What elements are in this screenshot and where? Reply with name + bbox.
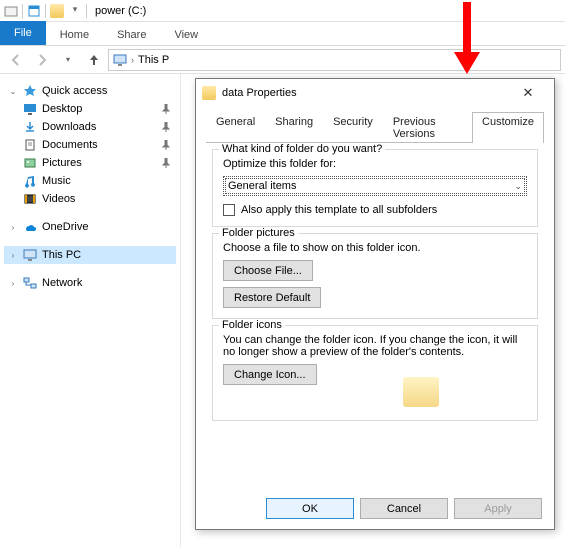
nav-label: Documents <box>42 139 98 151</box>
label-choose-file: Choose a file to show on this folder ico… <box>223 242 527 254</box>
tab-home[interactable]: Home <box>46 25 103 45</box>
group-folder-icons: Folder icons You can change the folder i… <box>212 325 538 421</box>
group-legend: What kind of folder do you want? <box>219 143 385 155</box>
nav-label: OneDrive <box>42 221 88 233</box>
properties-dialog: data Properties ✕ General Sharing Securi… <box>195 78 555 530</box>
apply-button[interactable]: Apply <box>454 498 542 519</box>
network-icon <box>22 275 38 291</box>
pictures-icon <box>22 155 38 171</box>
label-optimize: Optimize this folder for: <box>223 158 527 170</box>
nav-videos[interactable]: Videos <box>4 190 176 208</box>
tab-file[interactable]: File <box>0 21 46 45</box>
qat-dropdown-icon[interactable]: ▾ <box>68 4 82 18</box>
tab-sharing[interactable]: Sharing <box>265 112 323 143</box>
breadcrumb-item[interactable]: This P <box>138 54 169 66</box>
group-folder-pictures: Folder pictures Choose a file to show on… <box>212 233 538 319</box>
nav-label: Network <box>42 277 82 289</box>
downloads-icon <box>22 119 38 135</box>
nav-quick-access[interactable]: ⌄ Quick access <box>4 82 176 100</box>
tab-strip: General Sharing Security Previous Versio… <box>206 111 544 143</box>
nav-downloads[interactable]: Downloads <box>4 118 176 136</box>
nav-music[interactable]: Music <box>4 172 176 190</box>
chevron-right-icon: › <box>8 251 18 260</box>
separator <box>86 4 87 18</box>
nav-label: Videos <box>42 193 75 205</box>
pin-icon <box>158 155 174 171</box>
folder-icon <box>202 86 216 100</box>
nav-label: Downloads <box>42 121 96 133</box>
dialog-title: data Properties <box>222 87 297 99</box>
dialog-button-row: OK Cancel Apply <box>266 498 542 519</box>
separator <box>22 4 23 18</box>
tab-general[interactable]: General <box>206 112 265 143</box>
tab-view[interactable]: View <box>160 25 212 45</box>
tab-customize[interactable]: Customize <box>472 112 544 143</box>
nav-pane: ⌄ Quick access Desktop Downloads Documen… <box>0 74 180 547</box>
change-icon-button[interactable]: Change Icon... <box>223 364 317 385</box>
this-pc-icon <box>22 247 38 263</box>
group-folder-kind: What kind of folder do you want? Optimiz… <box>212 149 538 227</box>
group-legend: Folder icons <box>219 319 285 331</box>
pin-icon <box>158 137 174 153</box>
folder-preview-icon <box>403 377 439 407</box>
nav-forward-button[interactable] <box>30 48 54 72</box>
group-legend: Folder pictures <box>219 227 298 239</box>
documents-icon <box>22 137 38 153</box>
pin-icon <box>158 101 174 117</box>
nav-pictures[interactable]: Pictures <box>4 154 176 172</box>
nav-documents[interactable]: Documents <box>4 136 176 154</box>
chevron-right-icon: › <box>131 55 134 65</box>
tab-page-customize: What kind of folder do you want? Optimiz… <box>206 143 544 433</box>
optimize-select[interactable]: General items ⌄ <box>223 176 527 196</box>
nav-label: Desktop <box>42 103 82 115</box>
chevron-right-icon: › <box>8 279 18 288</box>
nav-label: Pictures <box>42 157 82 169</box>
nav-recent-button[interactable]: ▾ <box>56 48 80 72</box>
nav-label: Music <box>42 175 71 187</box>
nav-up-button[interactable] <box>82 48 106 72</box>
restore-default-button[interactable]: Restore Default <box>223 287 321 308</box>
close-button[interactable]: ✕ <box>508 85 548 101</box>
this-pc-icon <box>113 53 127 67</box>
nav-network[interactable]: › Network <box>4 274 176 292</box>
annotation-arrow <box>452 2 482 76</box>
chevron-right-icon: › <box>8 223 18 232</box>
cancel-button[interactable]: Cancel <box>360 498 448 519</box>
nav-desktop[interactable]: Desktop <box>4 100 176 118</box>
music-icon <box>22 173 38 189</box>
app-icon <box>4 4 18 18</box>
checkbox-label: Also apply this template to all subfolde… <box>241 204 437 216</box>
tab-previous-versions[interactable]: Previous Versions <box>383 112 472 143</box>
chevron-down-icon: ⌄ <box>514 181 522 192</box>
videos-icon <box>22 191 38 207</box>
label-change-icon-desc: You can change the folder icon. If you c… <box>223 334 527 358</box>
subfolders-checkbox[interactable] <box>223 204 235 216</box>
address-bar[interactable]: › This P <box>108 49 561 71</box>
nav-this-pc[interactable]: › This PC <box>4 246 176 264</box>
desktop-icon <box>22 101 38 117</box>
ok-button[interactable]: OK <box>266 498 354 519</box>
nav-back-button[interactable] <box>4 48 28 72</box>
tab-security[interactable]: Security <box>323 112 383 143</box>
nav-onedrive[interactable]: › OneDrive <box>4 218 176 236</box>
star-icon <box>22 83 38 99</box>
qat-properties-icon[interactable] <box>27 4 41 18</box>
chevron-down-icon: ⌄ <box>8 87 18 96</box>
onedrive-icon <box>22 219 38 235</box>
nav-label: Quick access <box>42 85 107 97</box>
nav-label: This PC <box>42 249 81 261</box>
pin-icon <box>158 119 174 135</box>
dialog-titlebar[interactable]: data Properties ✕ <box>196 79 554 107</box>
folder-icon <box>50 4 64 18</box>
separator <box>45 4 46 18</box>
select-value: General items <box>228 180 296 192</box>
tab-share[interactable]: Share <box>103 25 160 45</box>
window-title: power (C:) <box>95 5 146 17</box>
choose-file-button[interactable]: Choose File... <box>223 260 313 281</box>
